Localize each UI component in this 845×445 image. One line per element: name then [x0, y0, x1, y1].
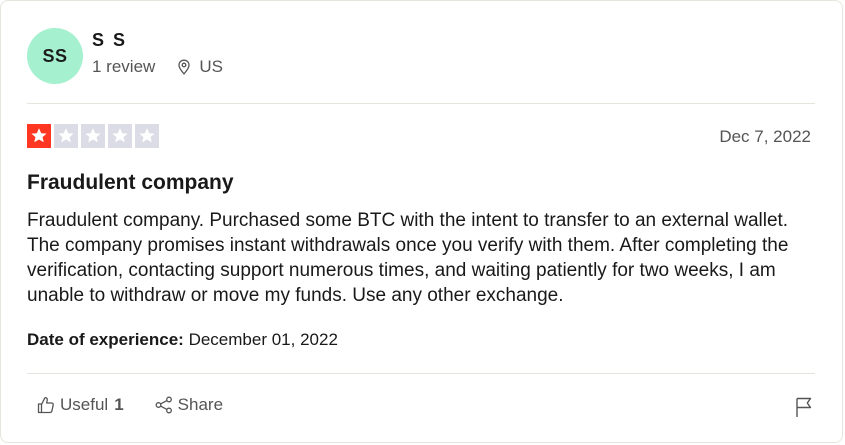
review-title[interactable]: Fraudulent company [27, 171, 234, 195]
useful-count: 1 [114, 395, 124, 414]
header-divider [27, 103, 815, 104]
star-icon [108, 124, 132, 148]
review-card: SS S S 1 review US Dec 7, 2022 Fraudulen… [0, 0, 843, 443]
flag-icon [796, 397, 812, 417]
star-icon [81, 124, 105, 148]
useful-label: Useful [60, 395, 109, 414]
footer-divider [27, 373, 815, 374]
avatar-initials: SS [42, 45, 68, 66]
share-label: Share [177, 395, 224, 414]
consumer-header: SS S S 1 review US [27, 28, 223, 84]
review-body: Fraudulent company. Purchased some BTC w… [27, 210, 789, 306]
consumer-meta: 1 review US [92, 57, 223, 77]
thumbs-up-icon [37, 396, 54, 414]
experience-date: December 01, 2022 [188, 330, 338, 349]
review-date: Dec 7, 2022 [719, 127, 811, 146]
star-rating [27, 124, 162, 148]
experience-label: Date of experience: [27, 330, 184, 349]
share-button[interactable]: Share [154, 395, 223, 415]
report-flag-button[interactable] [794, 396, 814, 423]
consumer-name[interactable]: S S [92, 29, 223, 51]
useful-button[interactable]: Useful 1 [36, 395, 124, 415]
review-count: 1 review [92, 57, 156, 76]
consumer-info: S S 1 review US [92, 28, 223, 77]
star-icon [27, 124, 51, 148]
consumer-country: US [199, 57, 223, 76]
avatar[interactable]: SS [27, 28, 83, 84]
star-icon [54, 124, 78, 148]
share-icon [155, 396, 172, 414]
consumer-location: US [176, 57, 223, 77]
location-pin-icon [178, 59, 190, 75]
review-actions: Useful 1 Share [36, 395, 223, 415]
star-icon [135, 124, 159, 148]
date-of-experience: Date of experience: December 01, 2022 [27, 330, 338, 350]
